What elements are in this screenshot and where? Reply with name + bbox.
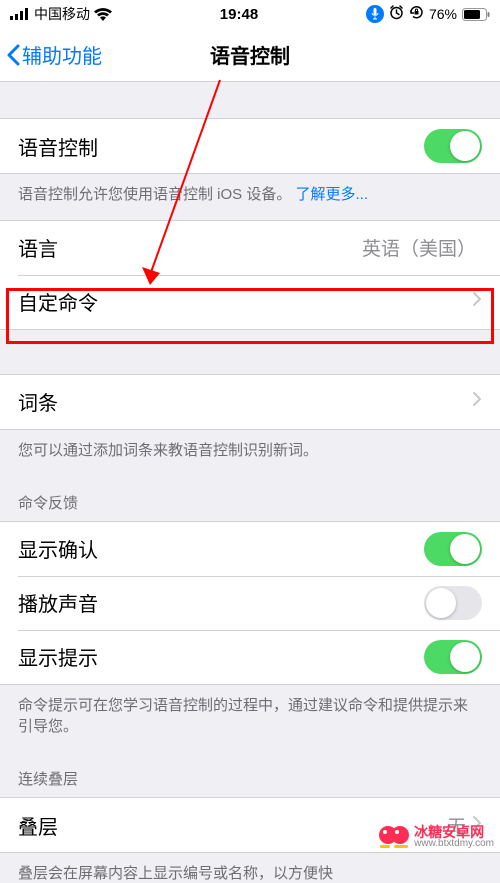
overlay-footer: 叠层会在屏幕内容上显示编号或名称，以方便快 <box>0 853 500 883</box>
status-right: 76% <box>366 5 490 24</box>
language-group: 语言 英语（美国） 自定命令 <box>0 220 500 330</box>
voice-control-footer: 语音控制允许您使用语音控制 iOS 设备。 了解更多... <box>0 174 500 220</box>
orientation-lock-icon <box>409 5 424 24</box>
watermark-name: 冰糖安卓网 <box>414 825 494 839</box>
chevron-left-icon <box>6 44 20 66</box>
chevron-right-icon <box>472 390 482 413</box>
vocab-row[interactable]: 词条 <box>0 375 500 429</box>
custom-commands-label: 自定命令 <box>18 287 472 316</box>
show-hint-toggle[interactable] <box>424 640 482 674</box>
status-bar: 中国移动 19:48 76% <box>0 0 500 28</box>
back-button[interactable]: 辅助功能 <box>6 40 102 69</box>
language-row[interactable]: 语言 英语（美国） <box>0 221 500 275</box>
overlay-header: 连续叠层 <box>0 752 500 797</box>
battery-icon <box>462 8 490 21</box>
watermark-logo-icon <box>378 821 410 853</box>
custom-commands-row[interactable]: 自定命令 <box>0 275 500 329</box>
status-left: 中国移动 <box>10 4 112 24</box>
feedback-footer: 命令提示可在您学习语音控制的过程中，通过建议命令和提供提示来引导您。 <box>0 685 500 753</box>
voice-control-toggle[interactable] <box>424 129 482 163</box>
voice-control-group: 语音控制 <box>0 118 500 174</box>
show-confirm-label: 显示确认 <box>18 534 424 563</box>
language-value: 英语（美国） <box>362 234 476 261</box>
status-time: 19:48 <box>220 6 258 23</box>
voice-control-footer-text: 语音控制允许您使用语音控制 iOS 设备。 <box>18 186 291 203</box>
play-sound-row[interactable]: 播放声音 <box>0 576 500 630</box>
voice-control-label: 语音控制 <box>18 132 424 161</box>
vocab-label: 词条 <box>18 387 472 416</box>
feedback-group: 显示确认 播放声音 显示提示 <box>0 521 500 685</box>
feedback-header: 命令反馈 <box>0 476 500 521</box>
watermark-url: www.btxtdmy.com <box>414 839 494 849</box>
wifi-icon <box>94 8 112 21</box>
nav-bar: 辅助功能 语音控制 <box>0 28 500 82</box>
chevron-right-icon <box>472 290 482 313</box>
back-label: 辅助功能 <box>22 40 102 69</box>
voice-control-row[interactable]: 语音控制 <box>0 119 500 173</box>
show-hint-row[interactable]: 显示提示 <box>0 630 500 684</box>
show-hint-label: 显示提示 <box>18 642 424 671</box>
alarm-icon <box>389 5 404 24</box>
learn-more-link[interactable]: 了解更多... <box>296 186 369 203</box>
cellular-signal-icon <box>10 8 30 20</box>
play-sound-label: 播放声音 <box>18 588 424 617</box>
vocab-group: 词条 <box>0 374 500 430</box>
voice-control-indicator-icon <box>366 5 384 23</box>
watermark: 冰糖安卓网 www.btxtdmy.com <box>378 821 494 853</box>
carrier-label: 中国移动 <box>34 4 90 24</box>
vocab-footer: 您可以通过添加词条来教语音控制识别新词。 <box>0 430 500 476</box>
show-confirm-toggle[interactable] <box>424 532 482 566</box>
language-label: 语言 <box>18 233 362 262</box>
show-confirm-row[interactable]: 显示确认 <box>0 522 500 576</box>
battery-percent: 76% <box>429 6 457 22</box>
play-sound-toggle[interactable] <box>424 586 482 620</box>
